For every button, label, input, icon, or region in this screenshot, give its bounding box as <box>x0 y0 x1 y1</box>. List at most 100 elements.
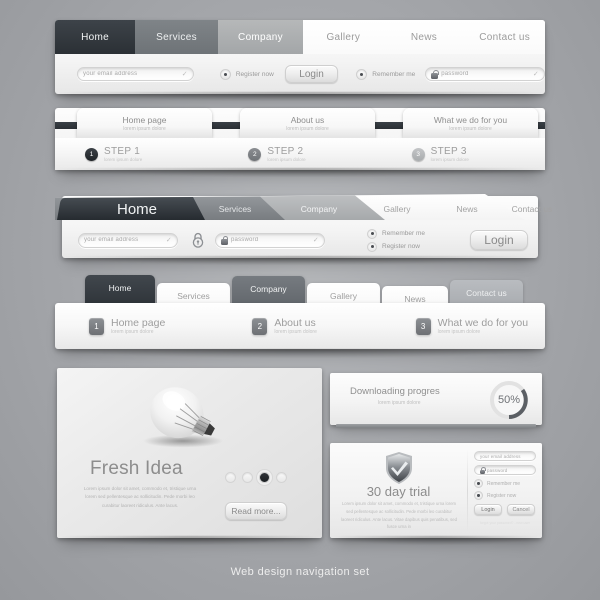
check-icon: ✓ <box>181 71 188 78</box>
register-now-label: Register now <box>382 243 420 250</box>
panel-shadow <box>61 536 318 545</box>
step-name: STEP 2 <box>267 146 304 157</box>
item-name: Home page <box>111 317 166 329</box>
register-now-label: Register now <box>235 70 274 78</box>
progress-footer-bar <box>336 424 536 428</box>
check-icon: ✓ <box>165 237 172 244</box>
email-input[interactable]: your email address ✓ <box>77 67 194 81</box>
register-now-radio[interactable] <box>367 241 377 252</box>
item-number-badge: 2 <box>252 317 268 335</box>
padlock-icon <box>192 232 204 248</box>
shield-illustration <box>384 451 414 485</box>
step-subtitle: lorem ipsum dolore <box>430 157 469 162</box>
tab-label: Home <box>116 200 157 218</box>
ribbon-subtitle: lorem ipsum dolore <box>286 125 329 132</box>
check-icon: ✓ <box>312 237 319 244</box>
register-now-label: Register now <box>487 492 517 499</box>
nav-block-1: Home Services Company Gallery News Conta… <box>55 20 545 101</box>
nav-block-3: Home Services Company Gallery News Conta… <box>55 194 552 265</box>
item-name: What we do for you <box>437 317 529 329</box>
item-number-badge: 3 <box>415 317 431 335</box>
panel-divider <box>467 449 468 532</box>
trial-body: Lorem ipsum dolor sit amet, commodo et, … <box>341 501 457 530</box>
page-caption: Web design navigation set <box>230 566 370 578</box>
ribbon-about-us[interactable]: About us lorem ipsum dolore <box>240 108 375 138</box>
carousel-dot[interactable] <box>225 472 236 483</box>
fresh-idea-body: Lorem ipsum dolor sit amet, commodo et, … <box>83 486 197 508</box>
email-input[interactable]: your email address ✓ <box>78 232 178 248</box>
list-item-home-page[interactable]: 1 Home page lorem ipsum dolore <box>55 303 218 349</box>
remember-me-label: Remember me <box>487 480 521 487</box>
tab-contact-us[interactable]: Contact us <box>464 20 545 54</box>
ribbon-title: About us <box>290 114 325 125</box>
password-input[interactable]: password ✓ <box>215 232 325 248</box>
register-now-radio[interactable] <box>474 491 483 500</box>
email-input-placeholder: your email address <box>480 453 521 459</box>
email-input[interactable]: your email address <box>474 451 536 461</box>
password-input-placeholder: password <box>231 237 259 243</box>
remember-me-row: Remember me <box>474 479 536 488</box>
login-button[interactable]: Login <box>284 65 339 83</box>
ribbon-home-page[interactable]: Home page lorem ipsum dolore <box>77 108 212 138</box>
email-input-placeholder: your email address <box>84 237 139 243</box>
password-input[interactable]: password <box>474 465 536 475</box>
tab-label: Company <box>300 204 338 214</box>
tab-contact-us[interactable]: Contact us <box>487 196 577 222</box>
tab-label: Contact us <box>511 204 553 214</box>
nav-block-4-items: 1 Home page lorem ipsum dolore 2 About u… <box>55 303 545 349</box>
login-button[interactable]: Login <box>469 230 528 250</box>
item-subtitle: lorem ipsum dolore <box>274 329 317 335</box>
login-button[interactable]: Login <box>474 504 502 515</box>
panel-shadow <box>334 536 538 545</box>
panel-shadow <box>59 168 541 177</box>
read-more-button[interactable]: Read more... <box>225 502 287 520</box>
panel-shadow <box>66 256 534 265</box>
remember-me-radio[interactable] <box>367 228 377 239</box>
tab-services[interactable]: Services <box>190 196 280 222</box>
forgot-password-link[interactable]: forgot your password? - new user <box>474 521 536 525</box>
carousel-dot-active[interactable] <box>259 472 270 483</box>
tab-company[interactable]: Company <box>218 20 303 54</box>
cancel-button[interactable]: Cancel <box>507 504 535 515</box>
remember-me-radio[interactable] <box>474 479 483 488</box>
tab-label: Services <box>218 204 252 214</box>
tab-company[interactable]: Company <box>274 196 364 222</box>
step-name: STEP 1 <box>104 146 141 157</box>
trial-title: 30 day trial <box>366 484 431 499</box>
tab-home[interactable]: Home <box>77 196 197 222</box>
trial-buttons: Login Cancel <box>474 504 536 515</box>
step-item-3[interactable]: 3 STEP 3 lorem ipsum dolore <box>382 138 545 170</box>
list-item-about-us[interactable]: 2 About us lorem ipsum dolore <box>218 303 381 349</box>
nav-block-3-form: your email address ✓ password ✓ Remember… <box>62 222 538 258</box>
step-name: STEP 3 <box>430 146 467 157</box>
ribbon-subtitle: lorem ipsum dolore <box>449 125 492 132</box>
password-input-placeholder: password <box>441 71 469 77</box>
design-showcase-canvas: Home Services Company Gallery News Conta… <box>0 0 600 600</box>
item-name: About us <box>274 317 316 329</box>
lightbulb-illustration <box>135 378 245 458</box>
remember-me-radio[interactable] <box>356 68 368 80</box>
tab-label: News <box>456 204 478 214</box>
step-item-2[interactable]: 2 STEP 2 lorem ipsum dolore <box>218 138 381 170</box>
check-icon: ✓ <box>532 71 539 78</box>
carousel-dots <box>225 472 287 483</box>
fresh-idea-title: Fresh Idea <box>90 458 183 479</box>
password-input[interactable]: password ✓ <box>425 67 545 81</box>
list-item-what-we-do-for-you[interactable]: 3 What we do for you lorem ipsum dolore <box>382 303 545 349</box>
tab-home[interactable]: Home <box>55 20 135 54</box>
step-number-badge: 2 <box>248 147 262 161</box>
panel-shadow <box>59 92 541 101</box>
register-now-radio[interactable] <box>219 68 231 80</box>
tab-services[interactable]: Services <box>135 20 218 54</box>
tab-gallery[interactable]: Gallery <box>303 20 384 54</box>
tab-news[interactable]: News <box>383 20 465 54</box>
ribbon-what-we-do-for-you[interactable]: What we do for you lorem ipsum dolore <box>403 108 538 138</box>
remember-me-label: Remember me <box>372 70 416 78</box>
panel-shadow <box>59 349 541 358</box>
carousel-dot[interactable] <box>242 472 253 483</box>
progress-percent-label: 50% <box>497 394 521 406</box>
step-item-1[interactable]: 1 STEP 1 lorem ipsum dolore <box>55 138 218 170</box>
lock-icon <box>480 466 486 474</box>
step-number-badge: 1 <box>85 147 98 161</box>
carousel-dot[interactable] <box>276 472 287 483</box>
